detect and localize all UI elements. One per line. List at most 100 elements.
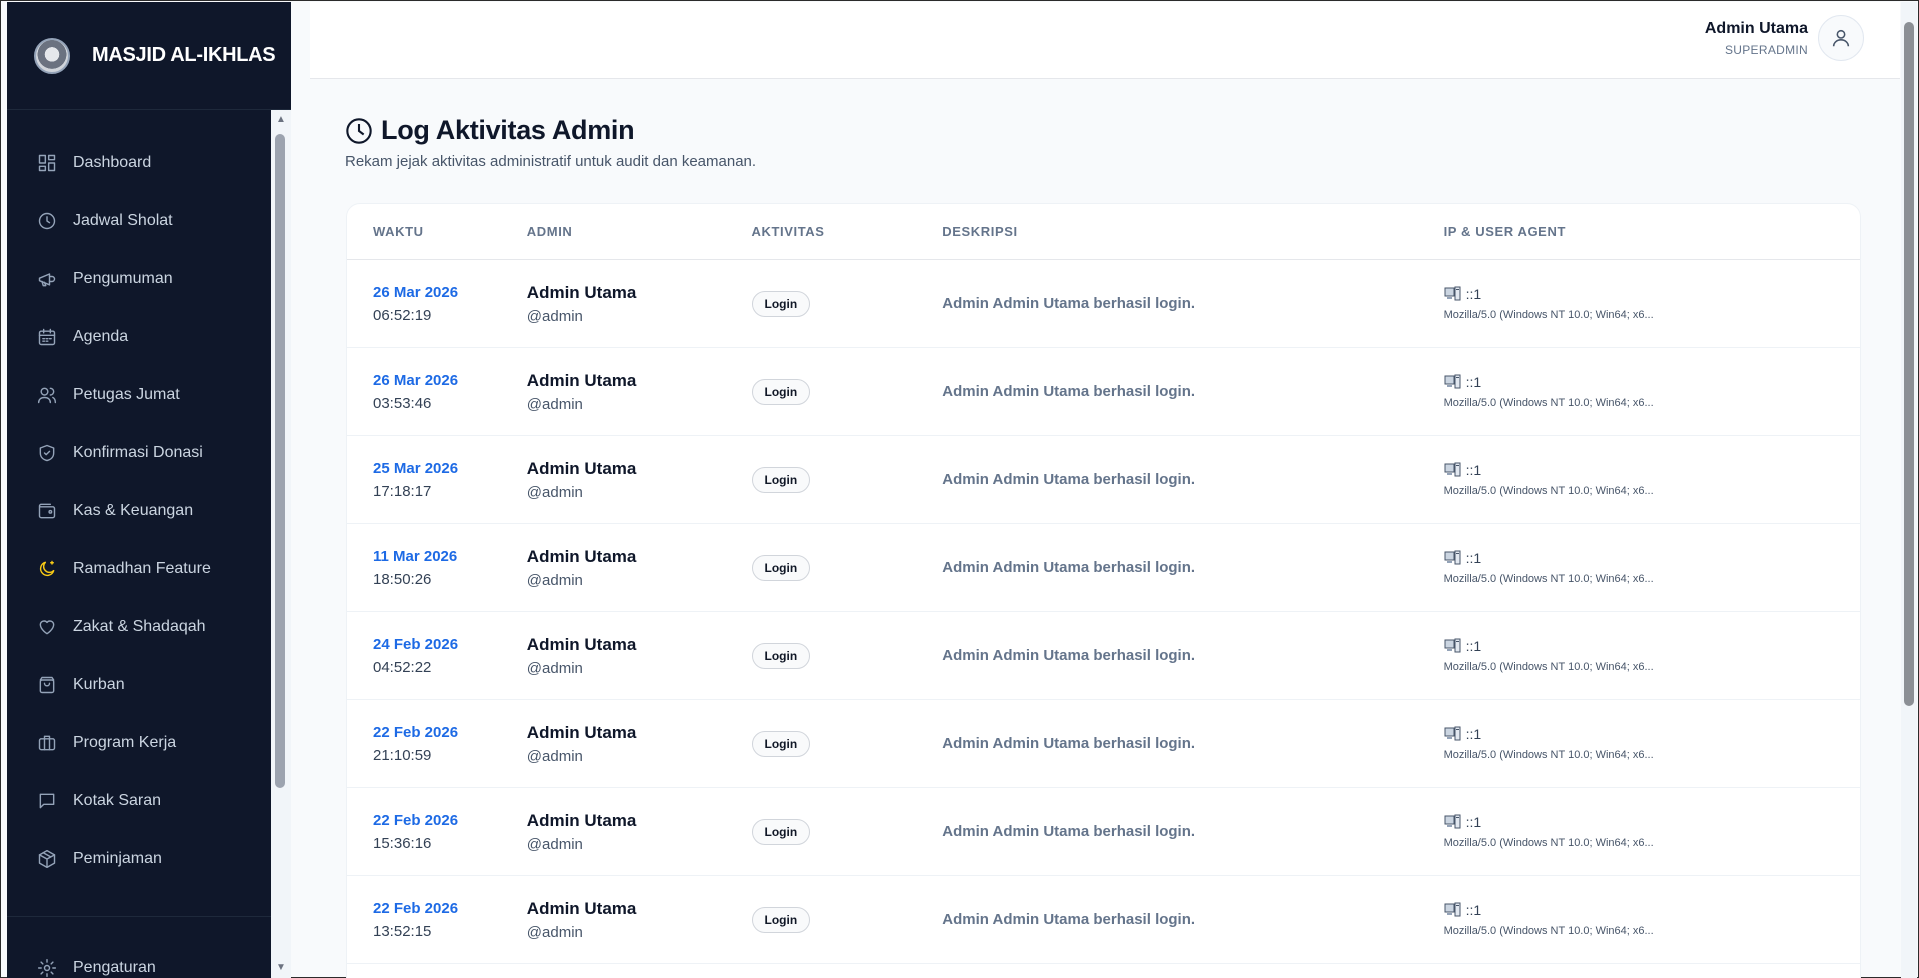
cell-time: 22 Feb 2026 13:52:15 (347, 900, 527, 940)
admin-handle: @admin (526, 923, 583, 941)
admin-name: Admin Utama (526, 282, 637, 302)
activity-description: Admin Admin Utama berhasil login. (942, 822, 1196, 840)
user-icon (1832, 29, 1850, 47)
log-time: 06:52:19 (373, 306, 432, 324)
cell-ip: ::1Mozilla/5.0 (Windows NT 10.0; Win64; … (1444, 902, 1860, 937)
ip-address: ::1 (1444, 286, 1860, 302)
log-date: 11 Mar 2026 (373, 547, 458, 565)
activity-badge: Login (751, 290, 811, 317)
user-agent: Mozilla/5.0 (Windows NT 10.0; Win64; x6.… (1443, 485, 1654, 497)
cell-description: Admin Admin Utama berhasil login. (942, 911, 1443, 929)
sidebar-item-zakat-shadaqah[interactable]: Zakat & Shadaqah (7, 598, 291, 656)
admin-name: Admin Utama (526, 810, 637, 830)
sidebar-item-kas-keuangan[interactable]: Kas & Keuangan (7, 482, 291, 540)
sidebar-item-konfirmasi-donasi[interactable]: Konfirmasi Donasi (7, 424, 291, 482)
table-row: 11 Mar 2026 18:50:26 Admin Utama @admin Logi… (347, 524, 1860, 612)
sidebar-divider (7, 916, 291, 917)
cell-description: Admin Admin Utama berhasil login. (942, 735, 1443, 753)
grid-icon (37, 153, 57, 173)
sidebar-item-dashboard[interactable]: Dashboard (7, 134, 291, 192)
top-header: Admin Utama SUPERADMIN (310, 2, 1900, 79)
cell-ip: ::1 Mozilla/5.0 (Windows NT 10.0; Win64; … (1444, 726, 1860, 761)
ip-text: ::1 (1465, 902, 1482, 918)
box-icon (37, 849, 57, 869)
page-scrollbar[interactable] (1901, 2, 1917, 978)
sidebar-item-label: Peminjaman (73, 850, 162, 867)
activity-description: Admin Admin Utama berhasil login. (942, 294, 1196, 312)
cell-admin: Admin Utama @admin (527, 459, 752, 501)
sidebar-item-peminjaman[interactable]: Peminjaman (7, 830, 291, 888)
column-header: DESKRIPSI (942, 224, 1018, 239)
cell-admin: Admin Utama @admin (527, 371, 752, 413)
admin-handle: @admin (526, 835, 583, 853)
sidebar-item-label: Agenda (73, 328, 129, 345)
sidebar-item-pengumuman[interactable]: Pengumuman (7, 250, 291, 308)
activity-badge: Login (751, 906, 811, 933)
computer-icon (1444, 638, 1461, 653)
computer-icon (1444, 550, 1461, 565)
table-row: 25 Mar 2026 17:18:17 Admin Utama @admin Logi… (347, 436, 1860, 524)
user-menu[interactable]: Admin Utama SUPERADMIN (1705, 15, 1864, 61)
sidebar-item-label: Kurban (73, 676, 125, 693)
cell-ip: ::1 Mozilla/5.0 (Windows NT 10.0; Win64; … (1444, 638, 1860, 673)
user-role: SUPERADMIN (1724, 42, 1808, 57)
sidebar-item-jadwal-sholat[interactable]: Jadwal Sholat (7, 192, 291, 250)
log-time: 04:52:22 (373, 658, 432, 676)
column-header: WAKTU (373, 224, 424, 239)
sidebar-item-petugas-jumat[interactable]: Petugas Jumat (7, 366, 291, 424)
sidebar-nav: Dashboard Jadwal Sholat Pengumuman Agenda Pe… (7, 110, 291, 978)
scroll-down-arrow-icon[interactable]: ▼ (275, 962, 287, 974)
activity-badge: Login (751, 466, 811, 493)
computer-icon (1444, 726, 1461, 741)
activity-log-table: WAKTU ADMIN AKTIVITAS DESKRIPSI IP & USER AG… (346, 203, 1861, 978)
column-header: IP & USER AGENT (1443, 224, 1566, 239)
ip-address: ::1 (1444, 902, 1860, 918)
activity-badge: Login (751, 642, 811, 669)
log-time: 18:50:26 (373, 570, 432, 588)
admin-handle: @admin (526, 747, 583, 765)
briefcase-icon (37, 733, 57, 753)
history-clock-icon (346, 117, 372, 144)
cell-description: Admin Admin Utama berhasil login. (942, 383, 1443, 401)
page-subtitle: Rekam jejak aktivitas administratif untu… (345, 153, 757, 170)
ip-address: ::1 (1444, 550, 1860, 566)
computer-icon (1444, 286, 1461, 301)
sidebar-item-label: Pengaturan (73, 959, 156, 976)
shield-check-icon (37, 443, 57, 463)
mosque-logo-icon (34, 37, 70, 74)
page-scroll-thumb[interactable] (1904, 22, 1914, 706)
sidebar-scrollbar[interactable]: ▲ ▼ (271, 110, 291, 978)
sidebar-item-program-kerja[interactable]: Program Kerja (7, 714, 291, 772)
message-icon (37, 791, 57, 811)
sidebar-item-kotak-saran[interactable]: Kotak Saran (7, 772, 291, 830)
activity-description: Admin Admin Utama berhasil login. (942, 470, 1196, 488)
sidebar-scroll-thumb[interactable] (275, 134, 285, 788)
admin-handle: @admin (526, 395, 583, 413)
cell-description: Admin Admin Utama berhasil login. (942, 471, 1443, 489)
ip-address: ::1 (1444, 462, 1860, 478)
cell-time: 26 Mar 2026 03:53:46 (347, 372, 527, 412)
avatar[interactable] (1818, 15, 1864, 61)
sidebar-item-pengaturan[interactable]: Pengaturan (7, 939, 291, 978)
user-text: Admin Utama SUPERADMIN (1705, 20, 1808, 57)
table-row: 22 Feb 2026 15:36:16 Admin Utama @admin Logi… (347, 788, 1860, 876)
ip-text: ::1 (1465, 814, 1482, 830)
sidebar-item-label: Dashboard (73, 154, 152, 171)
cell-ip: ::1 Mozilla/5.0 (Windows NT 10.0; Win64; … (1444, 286, 1860, 321)
brand[interactable]: MASJID AL-IKHLAS (7, 2, 291, 110)
sidebar-item-ramadhan-feature[interactable]: Ramadhan Feature (7, 540, 291, 598)
clock-icon (37, 211, 57, 231)
scroll-up-arrow-icon[interactable]: ▲ (275, 114, 287, 126)
sidebar-item-agenda[interactable]: Agenda (7, 308, 291, 366)
user-agent: Mozilla/5.0 (Windows NT 10.0; Win64; x6.… (1443, 749, 1654, 761)
user-agent: Mozilla/5.0 (Windows NT 10.0; Win64; x6.… (1443, 925, 1654, 937)
cell-activity: Login (751, 466, 943, 493)
main-content: Log Aktivitas Admin Rekam jejak aktivita… (310, 79, 1900, 978)
log-date: 22 Feb 2026 (373, 811, 459, 829)
admin-name: Admin Utama (526, 370, 637, 390)
ip-address: ::1 (1444, 638, 1860, 654)
log-time: 13:52:15 (373, 922, 432, 940)
log-date: 22 Feb 2026 (373, 723, 459, 741)
admin-name: Admin Utama (526, 722, 637, 742)
sidebar-item-kurban[interactable]: Kurban (7, 656, 291, 714)
